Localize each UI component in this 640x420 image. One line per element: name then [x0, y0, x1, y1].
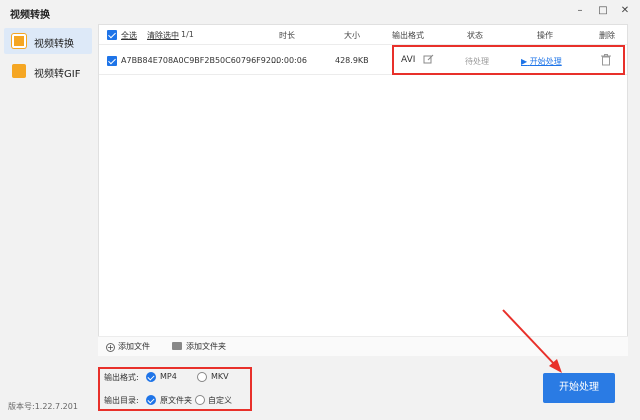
file-list-panel: 全选 清除选中 1/1 时长 大小 输出格式 状态 操作 删除 A7BB84E7…: [98, 24, 628, 356]
sidebar-item-label: 视频转GIF: [34, 69, 81, 80]
col-status: 状态: [467, 31, 483, 40]
minimize-icon[interactable]: –: [573, 4, 587, 18]
gif-icon: [12, 64, 26, 78]
add-file-button[interactable]: + 添加文件: [106, 341, 150, 352]
selected-count: 1/1: [181, 30, 194, 39]
add-folder-button[interactable]: 添加文件夹: [172, 341, 226, 352]
row-checkbox[interactable]: [107, 56, 117, 66]
table-header: 全选 清除选中 1/1 时长 大小 输出格式 状态 操作 删除: [99, 25, 627, 45]
select-all-checkbox[interactable]: [107, 30, 117, 40]
sidebar: 视频转换 视频转GIF 版本号:1.22.7.201: [0, 24, 96, 420]
sidebar-item-video-to-gif[interactable]: 视频转GIF: [4, 58, 92, 84]
annotation-box-row: [392, 45, 625, 75]
select-all-link[interactable]: 全选: [121, 30, 137, 41]
col-action: 操作: [537, 31, 553, 40]
add-file-label: 添加文件: [118, 342, 150, 351]
clear-selected-link[interactable]: 清除选中: [147, 30, 179, 41]
col-delete: 删除: [599, 31, 615, 40]
sidebar-item-label: 视频转换: [34, 39, 74, 50]
col-format: 输出格式: [392, 31, 424, 40]
col-size: 大小: [344, 31, 360, 40]
window-title: 视频转换: [10, 10, 50, 21]
version-text: 版本号:1.22.7.201: [8, 402, 78, 411]
annotation-box-options: [98, 367, 252, 411]
plus-icon: +: [106, 343, 115, 352]
folder-icon: [172, 342, 182, 350]
col-duration: 时长: [279, 31, 295, 40]
file-name: A7BB84E708A0C9BF2B50C60796F92...: [121, 56, 279, 65]
file-size: 428.9KB: [335, 56, 369, 65]
maximize-icon[interactable]: □: [596, 4, 610, 18]
add-bar: + 添加文件 添加文件夹: [98, 336, 628, 356]
sidebar-item-video-convert[interactable]: 视频转换: [4, 28, 92, 54]
video-convert-icon: [12, 34, 26, 48]
title-bar: 视频转换 – □ ✕: [0, 0, 640, 24]
start-process-button[interactable]: 开始处理: [543, 373, 615, 403]
file-duration: 00:00:06: [271, 56, 307, 65]
close-icon[interactable]: ✕: [618, 4, 632, 18]
add-folder-label: 添加文件夹: [186, 342, 226, 351]
